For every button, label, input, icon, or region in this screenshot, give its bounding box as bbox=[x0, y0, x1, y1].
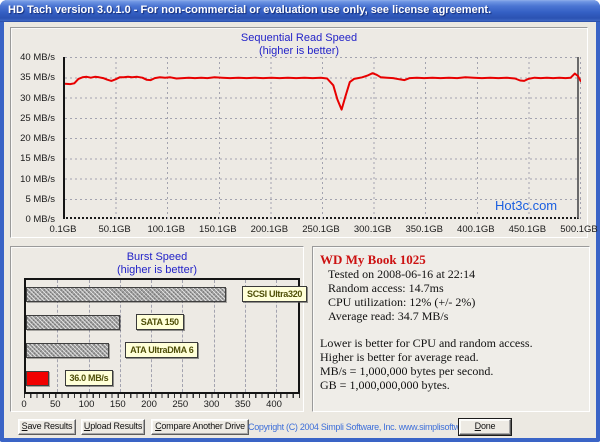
app-window: HD Tach version 3.0.1.0 - For non-commer… bbox=[0, 0, 600, 442]
note-line: GB = 1,000,000,000 bytes. bbox=[320, 378, 450, 392]
results-content: WD My Book 1025 Tested on 2008-06-16 at … bbox=[313, 247, 589, 411]
burst-axis-ticks bbox=[24, 394, 300, 398]
x-axis-tick-label: 350 bbox=[234, 399, 251, 410]
sequential-line-chart bbox=[65, 57, 581, 219]
drive-name: WD My Book 1025 bbox=[320, 252, 426, 267]
x-axis-tick-label: 500.1GB bbox=[560, 224, 598, 235]
x-axis-tick-label: 50 bbox=[49, 399, 61, 410]
title-bar[interactable]: HD Tach version 3.0.1.0 - For non-commer… bbox=[0, 0, 600, 22]
results-panel: WD My Book 1025 Tested on 2008-06-16 at … bbox=[312, 246, 590, 412]
burst-bar bbox=[26, 287, 226, 302]
y-axis-tick-label: 30 MB/s bbox=[20, 92, 55, 104]
x-axis-tick-label: 0 bbox=[21, 399, 27, 410]
note-line: Lower is better for CPU and random acces… bbox=[320, 336, 533, 350]
cpu-utilization-line: CPU utilization: 12% (+/- 2%) bbox=[328, 295, 476, 309]
tested-on-line: Tested on 2008-06-16 at 22:14 bbox=[328, 267, 476, 281]
note-line: Higher is better for average read. bbox=[320, 350, 479, 364]
client-area: Sequential Read Speed (higher is better)… bbox=[4, 22, 598, 438]
x-axis-tick-label: 250 bbox=[172, 399, 189, 410]
x-axis-tick-label: 250.1GB bbox=[302, 224, 340, 235]
x-axis-tick-label: 350.1GB bbox=[405, 224, 443, 235]
watermark-text: Hot3c.com bbox=[495, 198, 558, 213]
burst-bar bbox=[26, 315, 120, 330]
upload-results-button[interactable]: Upload Results bbox=[81, 419, 145, 435]
save-results-button[interactable]: Save Results bbox=[18, 419, 76, 435]
sequential-plot: Hot3c.com bbox=[63, 57, 581, 219]
x-axis-tick-label: 400 bbox=[266, 399, 282, 410]
burst-bar-label: ATA UltraDMA 6 bbox=[125, 342, 199, 358]
x-axis-tick-label: 100.1GB bbox=[147, 224, 185, 235]
x-axis-tick-label: 50.1GB bbox=[98, 224, 131, 235]
sequential-x-axis: 0.1GB 50.1GB 100.1GB 150.1GB 200.1GB 250.1GB 3… bbox=[50, 224, 598, 238]
y-axis-tick-label: 5 MB/s bbox=[25, 193, 55, 205]
x-axis-tick-label: 150 bbox=[109, 399, 126, 410]
y-axis-tick-label: 15 MB/s bbox=[20, 153, 55, 165]
copyright-text: Copyright (C) 2004 Simpli Software, Inc.… bbox=[248, 422, 491, 432]
burst-bar bbox=[26, 371, 49, 386]
burst-chart-title: Burst Speed bbox=[126, 251, 188, 263]
x-axis-tick-label: 0.1GB bbox=[49, 224, 77, 235]
burst-plot: SCSI Ultra320 SATA 150 ATA UltraDMA 6 36.0 … bbox=[24, 278, 308, 394]
burst-bar-label: SCSI Ultra320 bbox=[242, 286, 308, 302]
sequential-chart-subtitle: (higher is better) bbox=[258, 45, 340, 57]
x-axis-tick-label: 300 bbox=[203, 399, 220, 410]
done-button[interactable]: Done bbox=[459, 419, 511, 435]
burst-x-axis: 0 50 100 150 200 250 300 350 400 bbox=[21, 399, 300, 411]
x-axis-tick-label: 150.1GB bbox=[199, 224, 237, 235]
window-title: HD Tach version 3.0.1.0 - For non-commer… bbox=[8, 4, 492, 16]
burst-bar bbox=[26, 343, 110, 358]
read-speed-line bbox=[65, 72, 581, 111]
burst-bar-label: SATA 150 bbox=[135, 314, 184, 330]
burst-bar-label: 36.0 MB/s bbox=[64, 370, 114, 386]
x-axis-tick-label: 200 bbox=[141, 399, 157, 410]
y-axis-tick-label: 10 MB/s bbox=[20, 173, 55, 185]
y-axis-tick-label: 25 MB/s bbox=[20, 112, 55, 124]
sequential-read-panel: Sequential Read Speed (higher is better)… bbox=[10, 27, 598, 238]
sequential-y-axis: 40 MB/s 35 MB/s 30 MB/s 25 MB/s 20 MB/s 15 MB… bbox=[11, 52, 61, 225]
y-axis-tick-label: 35 MB/s bbox=[20, 72, 55, 84]
y-axis-tick-label: 20 MB/s bbox=[20, 133, 55, 144]
notes-block: Lower is better for CPU and random acces… bbox=[320, 336, 582, 392]
x-axis-tick-label: 450.1GB bbox=[508, 224, 547, 235]
x-axis-tick-label: 300.1GB bbox=[353, 224, 392, 235]
compare-another-drive-button[interactable]: Compare Another Drive bbox=[151, 419, 249, 435]
x-axis-tick-label: 100 bbox=[78, 399, 95, 410]
average-read-line: Average read: 34.7 MB/s bbox=[328, 309, 449, 323]
x-axis-tick-label: 400.1GB bbox=[457, 224, 495, 235]
burst-speed-panel: Burst Speed (higher is better) SCSI Ultr… bbox=[10, 246, 308, 412]
y-axis-tick-label: 40 MB/s bbox=[20, 52, 55, 63]
note-line: MB/s = 1,000,000 bytes per second. bbox=[320, 364, 494, 378]
sequential-chart-title: Sequential Read Speed bbox=[240, 32, 358, 44]
random-access-line: Random access: 14.7ms bbox=[328, 281, 444, 295]
burst-chart-subtitle: (higher is better) bbox=[116, 264, 198, 276]
x-axis-tick-label: 200.1GB bbox=[250, 224, 289, 235]
done-button-frame: Done bbox=[458, 418, 512, 436]
